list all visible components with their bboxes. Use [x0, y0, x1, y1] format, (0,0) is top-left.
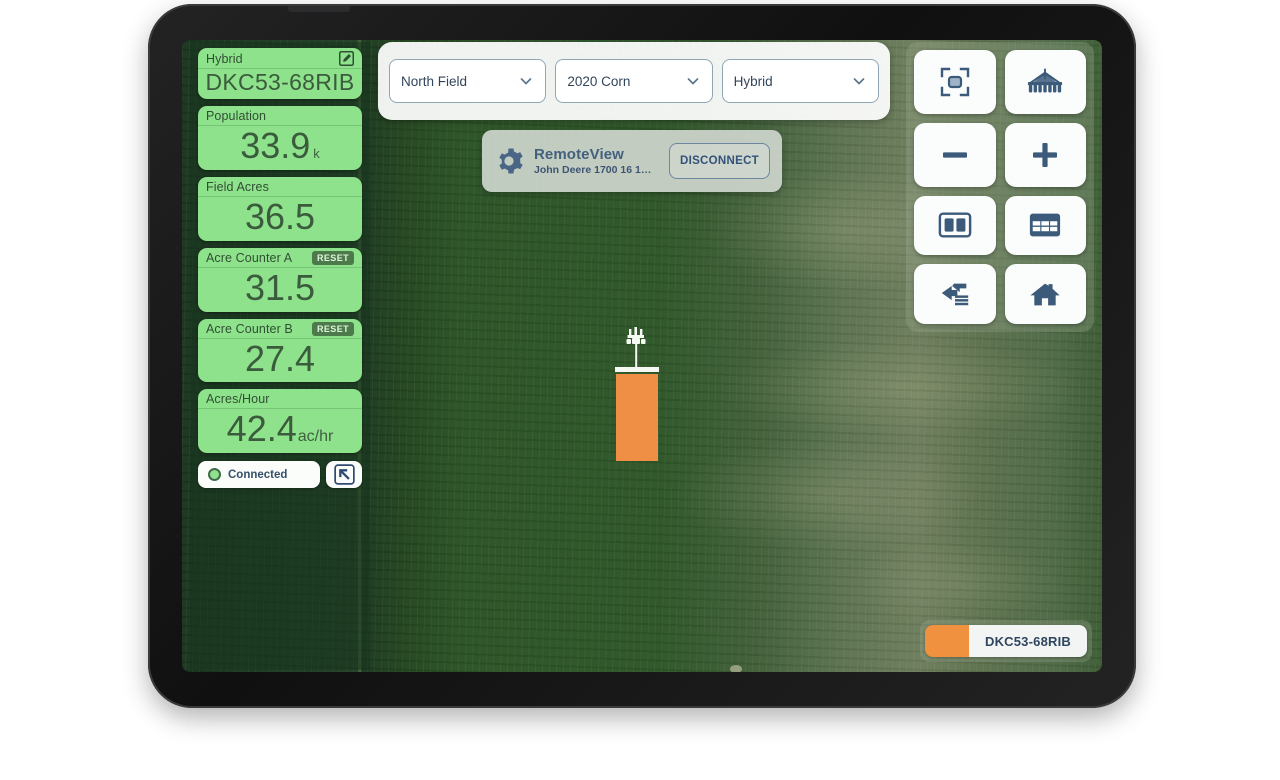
card-header: Acre Counter B RESET	[198, 319, 362, 339]
applied-coverage-strip	[616, 374, 658, 461]
card-label: Population	[206, 109, 267, 124]
card-unit: k	[313, 146, 320, 162]
connection-status-label: Connected	[228, 468, 288, 481]
card-label: Acres/Hour	[206, 392, 270, 407]
fit-to-screen-button[interactable]	[914, 50, 996, 114]
metric-card-field-acres[interactable]: Field Acres 36.5	[198, 176, 362, 241]
remoteview-title: RemoteView	[534, 146, 624, 163]
card-body: 36.5	[198, 197, 362, 241]
remoteview-banner: RemoteView John Deere 1700 16 1… DISCONN…	[482, 130, 782, 192]
gear-icon	[499, 148, 523, 174]
legend-color-swatch	[925, 625, 969, 657]
metric-card-acres-per-hour[interactable]: Acres/Hour 42.4 ac/hr	[198, 389, 362, 454]
disconnect-button[interactable]: DISCONNECT	[668, 143, 770, 179]
metric-card-hybrid[interactable]: Hybrid DKC53-68RIB	[198, 48, 362, 100]
layers-swap-icon	[941, 283, 968, 306]
card-value: 33.9	[240, 125, 311, 167]
card-header: Acres/Hour	[198, 389, 362, 410]
reset-button-a[interactable]: RESET	[311, 250, 354, 265]
card-body: 33.9 k	[198, 126, 362, 170]
connection-status-badge[interactable]: Connected	[198, 461, 320, 489]
remoteview-device-name: John Deere 1700 16 1…	[534, 164, 652, 176]
card-header: Population	[198, 106, 362, 127]
reset-button-b[interactable]: RESET	[311, 321, 354, 336]
card-unit: ac/hr	[297, 428, 334, 446]
card-header: Acre Counter A RESET	[198, 248, 362, 268]
split-panel-icon	[938, 212, 972, 238]
expand-sidebar-button[interactable]	[326, 461, 362, 489]
layer-select-value: Hybrid	[733, 73, 773, 89]
metric-card-acre-counter-b[interactable]: Acre Counter B RESET 27.4	[198, 318, 362, 383]
card-body: 31.5	[198, 268, 362, 312]
table-grid-icon	[1030, 214, 1061, 237]
remoteview-text-group: RemoteView John Deere 1700 16 1…	[534, 146, 659, 176]
legend-item[interactable]: DKC53-68RIB	[925, 625, 1087, 657]
fit-screen-icon	[940, 67, 969, 97]
card-body: DKC53-68RIB	[198, 69, 362, 99]
tablet-device-frame: Hybrid DKC53-68RIB Population 33.9 k Fie…	[148, 4, 1136, 708]
swap-layer-button[interactable]	[914, 264, 996, 324]
season-select-value: 2020 Corn	[567, 73, 631, 89]
map-feature-spot	[730, 665, 742, 672]
status-row: Connected	[198, 461, 362, 489]
map-legend: DKC53-68RIB	[920, 620, 1092, 662]
chevron-down-icon	[687, 78, 699, 85]
minus-icon	[942, 152, 967, 158]
card-header: Field Acres	[198, 177, 362, 197]
layer-select[interactable]: Hybrid	[721, 59, 879, 103]
card-body: 27.4	[198, 339, 362, 383]
app-screen: Hybrid DKC53-68RIB Population 33.9 k Fie…	[182, 40, 1102, 672]
card-value: 36.5	[244, 195, 316, 237]
metrics-sidebar: Hybrid DKC53-68RIB Population 33.9 k Fie…	[190, 42, 370, 670]
power-button[interactable]	[288, 6, 350, 12]
planter-icon	[1028, 68, 1063, 93]
tractor-icon	[626, 327, 646, 368]
card-value: 27.4	[244, 337, 316, 379]
expand-arrow-icon	[333, 464, 355, 485]
field-select-value: North Field	[401, 73, 468, 89]
card-label: Acre Counter A	[206, 250, 293, 265]
home-icon	[1030, 283, 1060, 306]
card-header: Hybrid	[198, 48, 362, 69]
implement-button[interactable]	[1004, 50, 1086, 114]
split-view-button[interactable]	[914, 195, 996, 256]
season-select[interactable]: 2020 Corn	[555, 59, 713, 103]
metric-card-population[interactable]: Population 33.9 k	[198, 106, 362, 170]
field-select[interactable]: North Field	[389, 59, 547, 103]
map-toolbar	[906, 42, 1094, 332]
metric-card-acre-counter-a[interactable]: Acre Counter A RESET 31.5	[198, 247, 362, 312]
data-table-button[interactable]	[1004, 195, 1086, 256]
tablet-screen-bezel: Hybrid DKC53-68RIB Population 33.9 k Fie…	[182, 40, 1102, 672]
card-label: Hybrid	[206, 51, 243, 66]
selector-bar: North Field 2020 Corn Hybrid	[378, 42, 890, 120]
status-indicator-dot	[208, 468, 221, 482]
zoom-in-button[interactable]	[1004, 122, 1086, 187]
zoom-out-button[interactable]	[914, 122, 996, 187]
chevron-down-icon	[520, 78, 532, 85]
card-body: 42.4 ac/hr	[198, 409, 362, 453]
card-label: Acre Counter B	[206, 321, 293, 336]
card-label: Field Acres	[206, 179, 269, 194]
home-button[interactable]	[1004, 264, 1086, 324]
card-value: 42.4	[226, 408, 297, 450]
plus-icon	[1033, 142, 1058, 167]
card-value: DKC53-68RIB	[205, 69, 355, 95]
chevron-down-icon	[853, 78, 865, 85]
legend-label: DKC53-68RIB	[969, 625, 1087, 657]
card-value: 31.5	[244, 266, 316, 308]
edit-icon[interactable]	[339, 51, 354, 66]
